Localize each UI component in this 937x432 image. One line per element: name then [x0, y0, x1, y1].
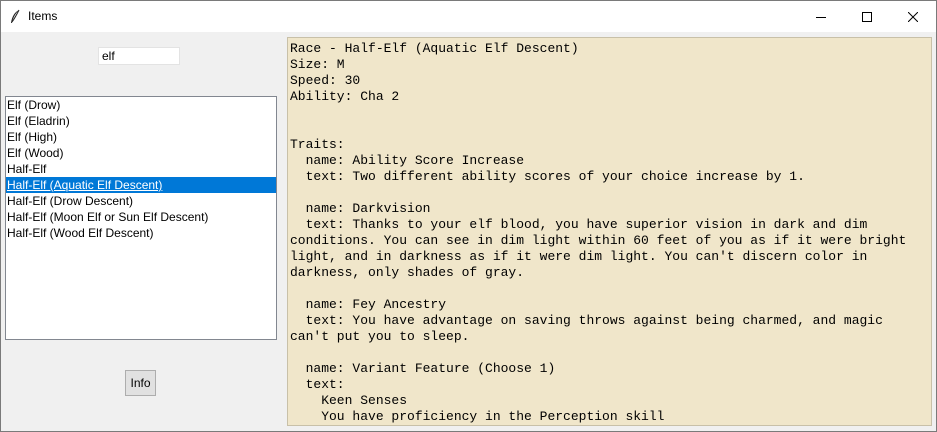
search-input-value: elf — [102, 49, 115, 63]
details-line: text: You have advantage on saving throw… — [290, 313, 883, 328]
details-line — [290, 281, 931, 297]
details-line — [290, 345, 931, 361]
list-item[interactable]: Elf (Drow) — [6, 97, 276, 113]
details-line — [290, 121, 931, 137]
close-button[interactable] — [890, 1, 936, 32]
details-text-panel[interactable]: Race - Half-Elf (Aquatic Elf Descent) Si… — [287, 37, 932, 426]
feather-icon — [9, 9, 21, 25]
details-line: Ability: Cha 2 — [290, 89, 400, 104]
list-item[interactable]: Elf (Eladrin) — [6, 113, 276, 129]
list-item[interactable]: Elf (High) — [6, 129, 276, 145]
app-window: Items elf Elf (Drow) Elf (Eladrin) Elf (… — [0, 0, 937, 432]
list-item[interactable]: Elf (Wood) — [6, 145, 276, 161]
details-line: text: Two different ability scores of yo… — [290, 169, 805, 184]
details-line: darkness, only shades of gray. — [290, 265, 525, 280]
search-input[interactable]: elf — [98, 47, 180, 65]
list-item[interactable]: Half-Elf (Wood Elf Descent) — [6, 225, 276, 241]
details-line: light, and in darkness as if it were dim… — [290, 249, 868, 264]
details-line: name: Ability Score Increase — [290, 153, 525, 168]
item-listbox[interactable]: Elf (Drow) Elf (Eladrin) Elf (High) Elf … — [5, 96, 277, 340]
details-line: You have proficiency in the Perception s… — [290, 409, 665, 424]
details-line: Keen Senses — [290, 393, 408, 408]
details-line: name: Variant Feature (Choose 1) — [290, 361, 556, 376]
window-title: Items — [28, 9, 58, 23]
details-line: Race - Half-Elf (Aquatic Elf Descent) — [290, 41, 579, 56]
list-item[interactable]: Half-Elf — [6, 161, 276, 177]
details-line: text: — [290, 377, 345, 392]
close-icon — [908, 11, 918, 22]
info-button[interactable]: Info — [125, 370, 156, 396]
list-item[interactable]: Half-Elf (Drow Descent) — [6, 193, 276, 209]
maximize-button[interactable] — [844, 1, 890, 32]
details-line: Traits: — [290, 137, 345, 152]
list-item-selected[interactable]: Half-Elf (Aquatic Elf Descent) — [6, 177, 276, 193]
details-line — [290, 105, 931, 121]
details-line: Size: M — [290, 57, 345, 72]
details-line: Speed: 30 — [290, 73, 361, 88]
details-line: name: Darkvision — [290, 201, 431, 216]
details-line: text: Thanks to your elf blood, you have… — [290, 217, 868, 232]
minimize-button[interactable] — [798, 1, 844, 32]
details-line — [290, 185, 931, 201]
title-bar[interactable]: Items — [1, 1, 936, 32]
details-line: conditions. You can see in dim light wit… — [290, 233, 907, 248]
details-line: name: Fey Ancestry — [290, 297, 447, 312]
details-line: can't put you to sleep. — [290, 329, 470, 344]
list-item[interactable]: Half-Elf (Moon Elf or Sun Elf Descent) — [6, 209, 276, 225]
info-button-label: Info — [130, 376, 151, 390]
minimize-icon — [816, 12, 826, 22]
maximize-icon — [862, 11, 872, 22]
